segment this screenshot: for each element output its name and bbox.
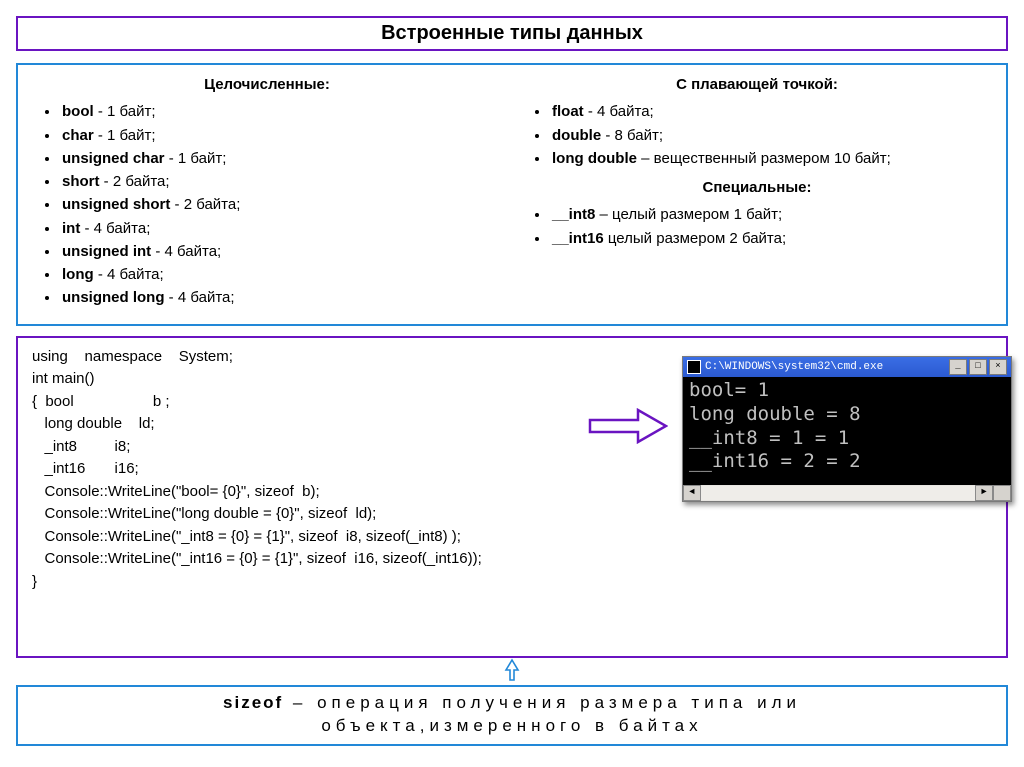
- list-item: unsigned char - 1 байт;: [60, 147, 500, 170]
- console-body: bool= 1 long double = 8 __int8 = 1 = 1 _…: [683, 377, 1011, 485]
- scroll-right-icon[interactable]: ►: [975, 485, 993, 501]
- console-line: long double = 8: [689, 403, 861, 425]
- types-frame: Целочисленные: bool - 1 байт; char - 1 б…: [16, 63, 1008, 326]
- console-title-text: C:\WINDOWS\system32\cmd.exe: [705, 359, 945, 376]
- code-line: Console::WriteLine("long double = {0}", …: [32, 503, 992, 526]
- scroll-track[interactable]: [701, 486, 975, 500]
- integer-column: Целочисленные: bool - 1 байт; char - 1 б…: [34, 73, 500, 310]
- footer-note: sizeof – операция получения размера типа…: [28, 689, 996, 741]
- scroll-corner: [993, 485, 1011, 501]
- list-item: unsigned int - 4 байта;: [60, 240, 500, 263]
- arrow-up-icon: [16, 658, 1008, 687]
- console-scrollbar[interactable]: ◄ ►: [683, 485, 1011, 501]
- list-item: int - 4 байта;: [60, 217, 500, 240]
- list-item: __int8 – целый размером 1 байт;: [550, 203, 990, 226]
- arrow-right-icon: [588, 408, 668, 444]
- footer-frame: sizeof – операция получения размера типа…: [16, 685, 1008, 747]
- code-line: Console::WriteLine("_int8 = {0} = {1}", …: [32, 526, 992, 549]
- list-item: unsigned short - 2 байта;: [60, 193, 500, 216]
- list-item: short - 2 байта;: [60, 170, 500, 193]
- console-window-wrap: C:\WINDOWS\system32\cmd.exe _ □ × bool= …: [682, 356, 1012, 503]
- integer-header: Целочисленные:: [34, 73, 500, 96]
- special-header: Специальные:: [524, 176, 990, 199]
- sizeof-keyword: sizeof: [223, 693, 283, 712]
- code-line: }: [32, 571, 992, 594]
- floating-list: float - 4 байта; double - 8 байт; long d…: [524, 100, 990, 170]
- console-window: C:\WINDOWS\system32\cmd.exe _ □ × bool= …: [682, 356, 1012, 503]
- special-list: __int8 – целый размером 1 байт; __int16 …: [524, 203, 990, 250]
- list-item: bool - 1 байт;: [60, 100, 500, 123]
- list-item: float - 4 байта;: [550, 100, 990, 123]
- console-title-bar: C:\WINDOWS\system32\cmd.exe _ □ ×: [683, 357, 1011, 378]
- console-line: bool= 1: [689, 379, 769, 401]
- maximize-button[interactable]: □: [969, 359, 987, 375]
- code-frame: using namespace System; int main() { boo…: [16, 336, 1008, 658]
- console-line: __int8 = 1 = 1: [689, 427, 849, 449]
- integer-list: bool - 1 байт; char - 1 байт; unsigned c…: [34, 100, 500, 309]
- title-frame: Встроенные типы данных: [16, 16, 1008, 51]
- list-item: long double – вещественный размером 10 б…: [550, 147, 990, 170]
- floating-header: С плавающей точкой:: [524, 73, 990, 96]
- list-item: unsigned long - 4 байта;: [60, 286, 500, 309]
- minimize-button[interactable]: _: [949, 359, 967, 375]
- list-item: double - 8 байт;: [550, 124, 990, 147]
- list-item: long - 4 байта;: [60, 263, 500, 286]
- list-item: __int16 целый размером 2 байта;: [550, 227, 990, 250]
- code-line: Console::WriteLine("_int16 = {0} = {1}",…: [32, 548, 992, 571]
- float-special-column: С плавающей точкой: float - 4 байта; dou…: [524, 73, 990, 310]
- list-item: char - 1 байт;: [60, 124, 500, 147]
- page-title: Встроенные типы данных: [18, 22, 1006, 45]
- console-line: __int16 = 2 = 2: [689, 450, 861, 472]
- scroll-left-icon[interactable]: ◄: [683, 485, 701, 501]
- close-button[interactable]: ×: [989, 359, 1007, 375]
- cmd-icon: [687, 360, 701, 374]
